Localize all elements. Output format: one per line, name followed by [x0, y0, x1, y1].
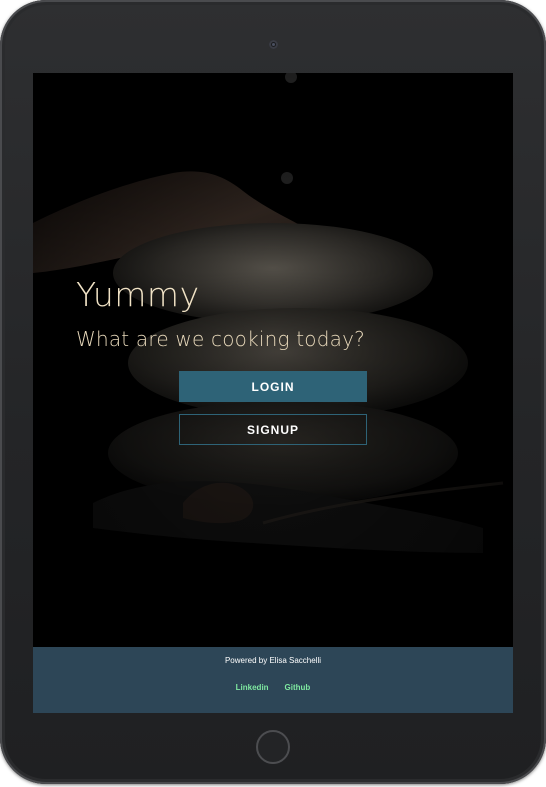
github-link[interactable]: Github	[285, 683, 311, 692]
linkedin-link[interactable]: Linkedin	[236, 683, 269, 692]
footer-credit: Powered by Elisa Sacchelli	[224, 656, 322, 665]
footer: Powered by Elisa Sacchelli Linkedin Gith…	[33, 647, 513, 713]
login-button[interactable]: LOGIN	[179, 371, 367, 402]
home-button-icon[interactable]	[256, 730, 290, 764]
tablet-device-frame: Yummy What are we cooking today? LOGIN S…	[0, 0, 546, 784]
tagline: What are we cooking today?	[76, 327, 365, 351]
footer-links: Linkedin Github	[33, 683, 513, 692]
front-camera-icon	[269, 40, 278, 49]
dark-overlay	[33, 73, 513, 647]
hero-section: Yummy What are we cooking today? LOGIN S…	[33, 73, 513, 647]
page-title: Yummy	[76, 275, 200, 314]
signup-button[interactable]: SIGNUP	[179, 414, 367, 445]
screen: Yummy What are we cooking today? LOGIN S…	[33, 73, 513, 713]
